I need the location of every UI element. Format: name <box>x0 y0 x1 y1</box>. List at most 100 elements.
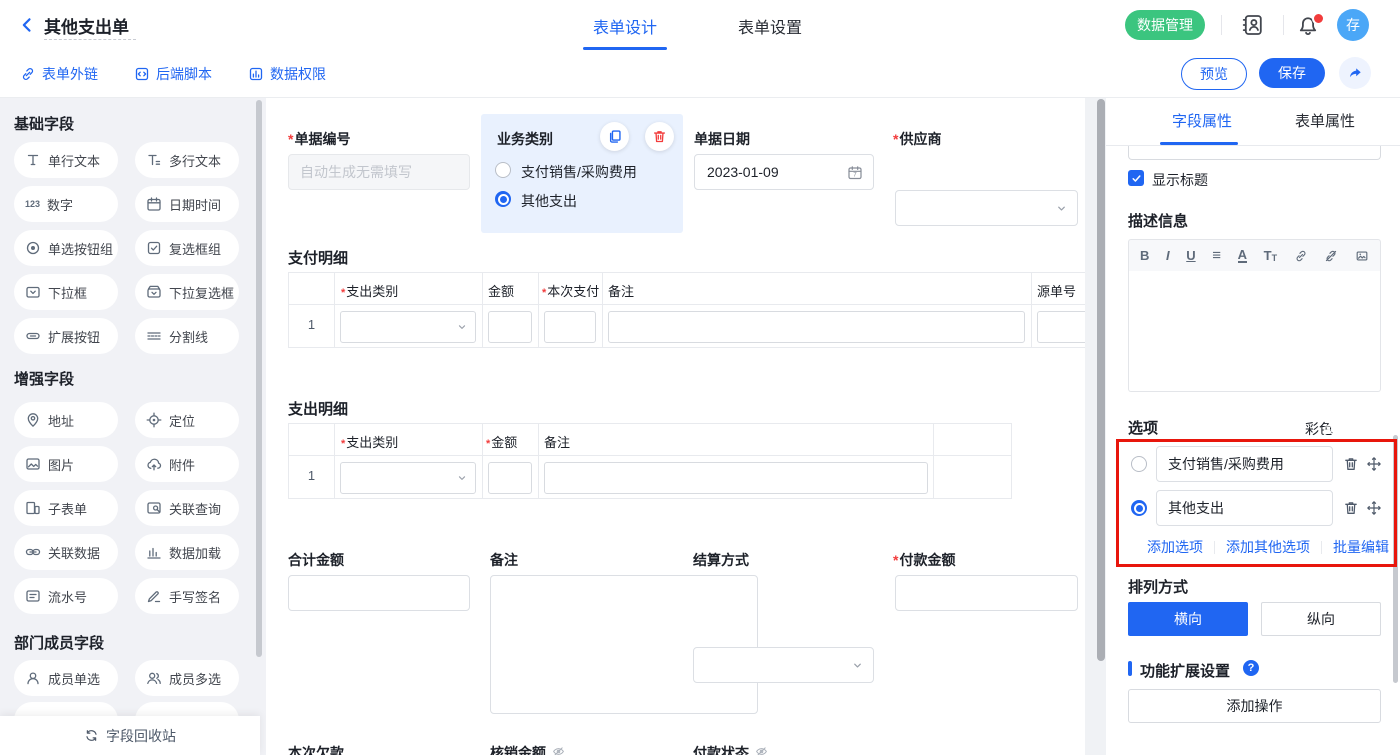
backend-script-label: 后端脚本 <box>156 64 212 84</box>
show-title-checkbox[interactable] <box>1128 170 1144 186</box>
pay-row-amount-input[interactable] <box>488 311 532 343</box>
pay-row-remark-input[interactable] <box>608 311 1025 343</box>
backend-script-link[interactable]: 后端脚本 <box>134 64 212 84</box>
italic-button[interactable]: I <box>1166 248 1170 263</box>
preview-button[interactable]: 预览 <box>1181 58 1247 90</box>
delete-field-button[interactable] <box>645 122 674 151</box>
total-amount-input[interactable] <box>288 575 470 611</box>
sidebar-scrollbar[interactable] <box>256 100 262 657</box>
insert-link-button[interactable] <box>1294 249 1308 263</box>
page-title-underline <box>44 39 136 40</box>
data-manage-button[interactable]: 数据管理 <box>1125 10 1205 40</box>
option-1-move-icon[interactable] <box>1366 456 1382 472</box>
field-item-member-multi[interactable]: 成员多选 <box>135 660 239 696</box>
field-item-signature[interactable]: 手写签名 <box>135 578 239 614</box>
font-size-button[interactable]: TT <box>1264 248 1277 263</box>
help-icon[interactable]: ? <box>1243 660 1259 676</box>
member-multi-icon <box>146 670 162 686</box>
arrange-horizontal-button[interactable]: 横向 <box>1128 602 1248 636</box>
field-item-checkbox-group[interactable]: 复选框组 <box>135 230 239 266</box>
field-item-number[interactable]: 123 数字 <box>14 186 118 222</box>
add-option-link[interactable]: 添加选项 <box>1147 537 1203 557</box>
biz-type-field[interactable]: 业务类别 支付销售/采购费用 其他支出 <box>481 114 683 233</box>
panel-scrollbar[interactable] <box>1393 435 1398 683</box>
biz-type-radio-2[interactable] <box>495 191 511 207</box>
form-canvas: *单据编号 业务类别 支付销售/采购费用 其他支出 单据日期 2023 <box>266 97 1085 755</box>
option-2-radio[interactable] <box>1131 500 1147 516</box>
expense-row-amount-input[interactable] <box>488 462 532 494</box>
pay-row-source-no-input[interactable] <box>1037 311 1085 343</box>
section-title-enhanced: 增强字段 <box>14 368 74 389</box>
option-2-move-icon[interactable] <box>1366 500 1382 516</box>
radio-group-icon <box>25 240 41 256</box>
field-item-attachment[interactable]: 附件 <box>135 446 239 482</box>
share-button[interactable] <box>1339 57 1371 89</box>
tab-field-properties[interactable]: 字段属性 <box>1162 110 1242 131</box>
add-action-button[interactable]: 添加操作 <box>1128 689 1381 723</box>
save-button[interactable]: 保存 <box>1259 58 1325 88</box>
form-external-link[interactable]: 表单外链 <box>20 64 98 84</box>
option-1-delete-icon[interactable] <box>1343 456 1359 472</box>
option-2-delete-icon[interactable] <box>1343 500 1359 516</box>
pay-col-amount: 金额 <box>488 281 514 300</box>
remove-link-button[interactable] <box>1324 249 1338 263</box>
biz-type-radio-1[interactable] <box>495 162 511 178</box>
page-title[interactable]: 其他支出单 <box>44 13 129 38</box>
rich-editor-body[interactable] <box>1128 271 1381 392</box>
font-color-button[interactable]: A <box>1238 249 1247 263</box>
insert-image-button[interactable] <box>1355 249 1369 263</box>
bill-date-value: 2023-01-09 <box>707 164 779 180</box>
expense-row-expense-type-select[interactable] <box>340 462 476 494</box>
pay-amount-input[interactable] <box>895 575 1078 611</box>
field-item-linked-data[interactable]: 关联数据 <box>14 534 118 570</box>
field-item-location[interactable]: 定位 <box>135 402 239 438</box>
tab-form-properties[interactable]: 表单属性 <box>1285 110 1365 131</box>
bold-button[interactable]: B <box>1140 248 1149 263</box>
option-2-input[interactable] <box>1156 490 1333 526</box>
back-icon[interactable] <box>18 16 36 34</box>
pay-row-this-pay-input[interactable] <box>544 311 596 343</box>
field-item-address[interactable]: 地址 <box>14 402 118 438</box>
arrange-title: 排列方式 <box>1128 576 1188 597</box>
copy-field-button[interactable] <box>600 122 629 151</box>
field-item-data-load[interactable]: 数据加载 <box>135 534 239 570</box>
field-item-select[interactable]: 下拉框 <box>14 274 118 310</box>
tab-form-settings[interactable]: 表单设置 <box>722 14 818 38</box>
option-1-input[interactable] <box>1156 446 1333 482</box>
option-1-radio[interactable] <box>1131 456 1147 472</box>
remark-textarea[interactable] <box>490 575 758 714</box>
contacts-icon[interactable] <box>1241 13 1265 37</box>
extension-title: 功能扩展设置 <box>1140 660 1230 681</box>
supplier-select[interactable] <box>895 190 1078 226</box>
arrange-vertical-button[interactable]: 纵向 <box>1261 602 1381 636</box>
underline-button[interactable]: U <box>1186 248 1195 263</box>
field-item-member-single[interactable]: 成员单选 <box>14 660 118 696</box>
field-item-divider[interactable]: 分割线 <box>135 318 239 354</box>
field-recycle-bar[interactable]: 字段回收站 <box>0 716 260 755</box>
field-item-lookup[interactable]: 关联查询 <box>135 490 239 526</box>
field-item-subform[interactable]: 子表单 <box>14 490 118 526</box>
add-other-option-link[interactable]: 添加其他选项 <box>1226 537 1310 557</box>
bill-no-input[interactable] <box>288 154 470 190</box>
field-item-multi-line-text[interactable]: 多行文本 <box>135 142 239 178</box>
expense-col-amount: *金额 <box>486 432 517 451</box>
avatar[interactable]: 存 <box>1337 9 1369 41</box>
field-item-single-line-text[interactable]: 单行文本 <box>14 142 118 178</box>
bill-date-input[interactable]: 2023-01-09 7 <box>694 154 874 190</box>
field-item-serial-number[interactable]: 流水号 <box>14 578 118 614</box>
field-item-image[interactable]: 图片 <box>14 446 118 482</box>
field-item-multi-select[interactable]: 下拉复选框 <box>135 274 239 310</box>
tab-form-design[interactable]: 表单设计 <box>577 14 673 38</box>
expense-row-remark-input[interactable] <box>544 462 928 494</box>
address-icon <box>25 412 41 428</box>
align-button[interactable]: ≡ <box>1212 247 1221 264</box>
field-item-extend-button[interactable]: 扩展按钮 <box>14 318 118 354</box>
pay-row-expense-type-select[interactable] <box>340 311 476 343</box>
field-title-input-partial[interactable] <box>1128 146 1381 160</box>
settle-method-select[interactable] <box>693 647 874 683</box>
batch-edit-link[interactable]: 批量编辑 <box>1333 537 1389 557</box>
field-item-datetime[interactable]: 日期时间 <box>135 186 239 222</box>
data-permission-link[interactable]: 数据权限 <box>248 64 326 84</box>
field-item-radio-group[interactable]: 单选按钮组 <box>14 230 118 266</box>
canvas-scrollbar[interactable] <box>1097 99 1105 661</box>
